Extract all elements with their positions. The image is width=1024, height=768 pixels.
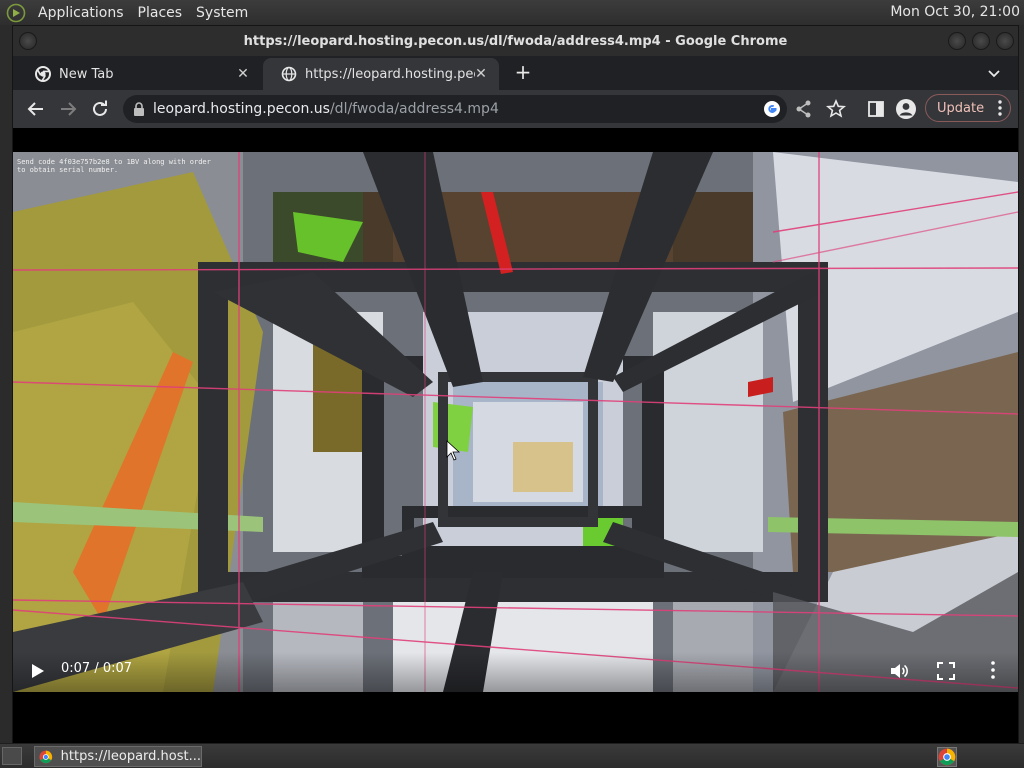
panel-clock[interactable]: Mon Oct 30, 21:00 bbox=[890, 4, 1020, 20]
window-titlebar[interactable]: https://leopard.hosting.pecon.us/dl/fwod… bbox=[13, 26, 1018, 56]
taskbar-window-item[interactable]: https://leopard.host... bbox=[34, 746, 202, 767]
chrome-window: https://leopard.hosting.pecon.us/dl/fwod… bbox=[12, 25, 1019, 743]
volume-icon[interactable] bbox=[889, 661, 909, 681]
share-icon[interactable] bbox=[793, 98, 815, 120]
taskbar-item-label: https://leopard.host... bbox=[60, 749, 201, 764]
back-arrow-icon[interactable] bbox=[25, 98, 47, 120]
tray-chrome-icon[interactable] bbox=[937, 747, 957, 767]
page-content: Send code 4f03e757b2e8 to 1BV along with… bbox=[13, 128, 1018, 743]
url-host: leopard.hosting.pecon.us bbox=[153, 101, 330, 117]
window-title: https://leopard.hosting.pecon.us/dl/fwod… bbox=[243, 33, 788, 49]
tab-video[interactable]: https://leopard.hosting.pecon.us/dl/fwod… bbox=[263, 58, 499, 90]
address-bar[interactable]: leopard.hosting.pecon.us/dl/fwoda/addres… bbox=[123, 95, 787, 123]
maximize-button[interactable] bbox=[972, 32, 990, 50]
lock-icon[interactable] bbox=[133, 102, 145, 116]
tab-label: New Tab bbox=[59, 66, 114, 82]
play-icon[interactable] bbox=[31, 663, 45, 679]
fullscreen-icon[interactable] bbox=[937, 662, 955, 680]
applications-menu[interactable]: Applications bbox=[32, 5, 132, 21]
chevron-down-icon[interactable] bbox=[986, 65, 1002, 81]
kebab-menu-icon[interactable] bbox=[998, 100, 1002, 116]
close-tab-icon[interactable]: ✕ bbox=[235, 66, 251, 82]
video-controls: 0:07 / 0:07 bbox=[13, 652, 1018, 692]
close-window-button[interactable] bbox=[996, 32, 1014, 50]
close-tab-icon[interactable]: ✕ bbox=[473, 66, 489, 82]
minimize-button[interactable] bbox=[948, 32, 966, 50]
top-panel: Applications Places System Mon Oct 30, 2… bbox=[0, 0, 1024, 25]
forward-arrow-icon[interactable] bbox=[57, 98, 79, 120]
tab-new-tab[interactable]: New Tab ✕ bbox=[17, 58, 261, 90]
tab-strip: New Tab ✕ https://leopard.hosting.pecon.… bbox=[13, 56, 1018, 90]
chrome-icon bbox=[39, 750, 53, 763]
side-panel-icon[interactable] bbox=[865, 98, 887, 120]
video-player[interactable]: Send code 4f03e757b2e8 to 1BV along with… bbox=[13, 152, 1018, 692]
update-label: Update bbox=[937, 100, 985, 116]
url-path: /dl/fwoda/address4.mp4 bbox=[329, 101, 499, 117]
video-watermark-text: Send code 4f03e757b2e8 to 1BV along with… bbox=[17, 158, 211, 174]
update-button[interactable]: Update bbox=[925, 94, 1011, 122]
bookmark-star-icon[interactable] bbox=[825, 98, 847, 120]
google-lens-icon[interactable] bbox=[761, 98, 783, 120]
window-menu-button[interactable] bbox=[19, 32, 37, 50]
new-tab-button[interactable]: + bbox=[513, 62, 533, 83]
tab-label: https://leopard.hosting.pecon.us/dl/fwod… bbox=[305, 66, 475, 82]
places-menu[interactable]: Places bbox=[132, 5, 191, 21]
page-background bbox=[13, 692, 1018, 743]
video-time: 0:07 / 0:07 bbox=[61, 661, 133, 676]
reload-icon[interactable] bbox=[89, 98, 111, 120]
globe-icon bbox=[281, 66, 297, 82]
bottom-taskbar: https://leopard.host... bbox=[0, 743, 1024, 768]
chrome-icon bbox=[35, 66, 51, 82]
browser-toolbar: leopard.hosting.pecon.us/dl/fwoda/addres… bbox=[13, 90, 1018, 128]
distro-logo-icon[interactable] bbox=[6, 3, 26, 23]
chrome-icon bbox=[938, 748, 956, 766]
video-frame bbox=[13, 152, 1018, 692]
system-menu[interactable]: System bbox=[190, 5, 256, 21]
more-options-icon[interactable] bbox=[991, 661, 995, 679]
show-desktop-button[interactable] bbox=[2, 747, 22, 765]
profile-avatar-icon[interactable] bbox=[895, 98, 917, 120]
